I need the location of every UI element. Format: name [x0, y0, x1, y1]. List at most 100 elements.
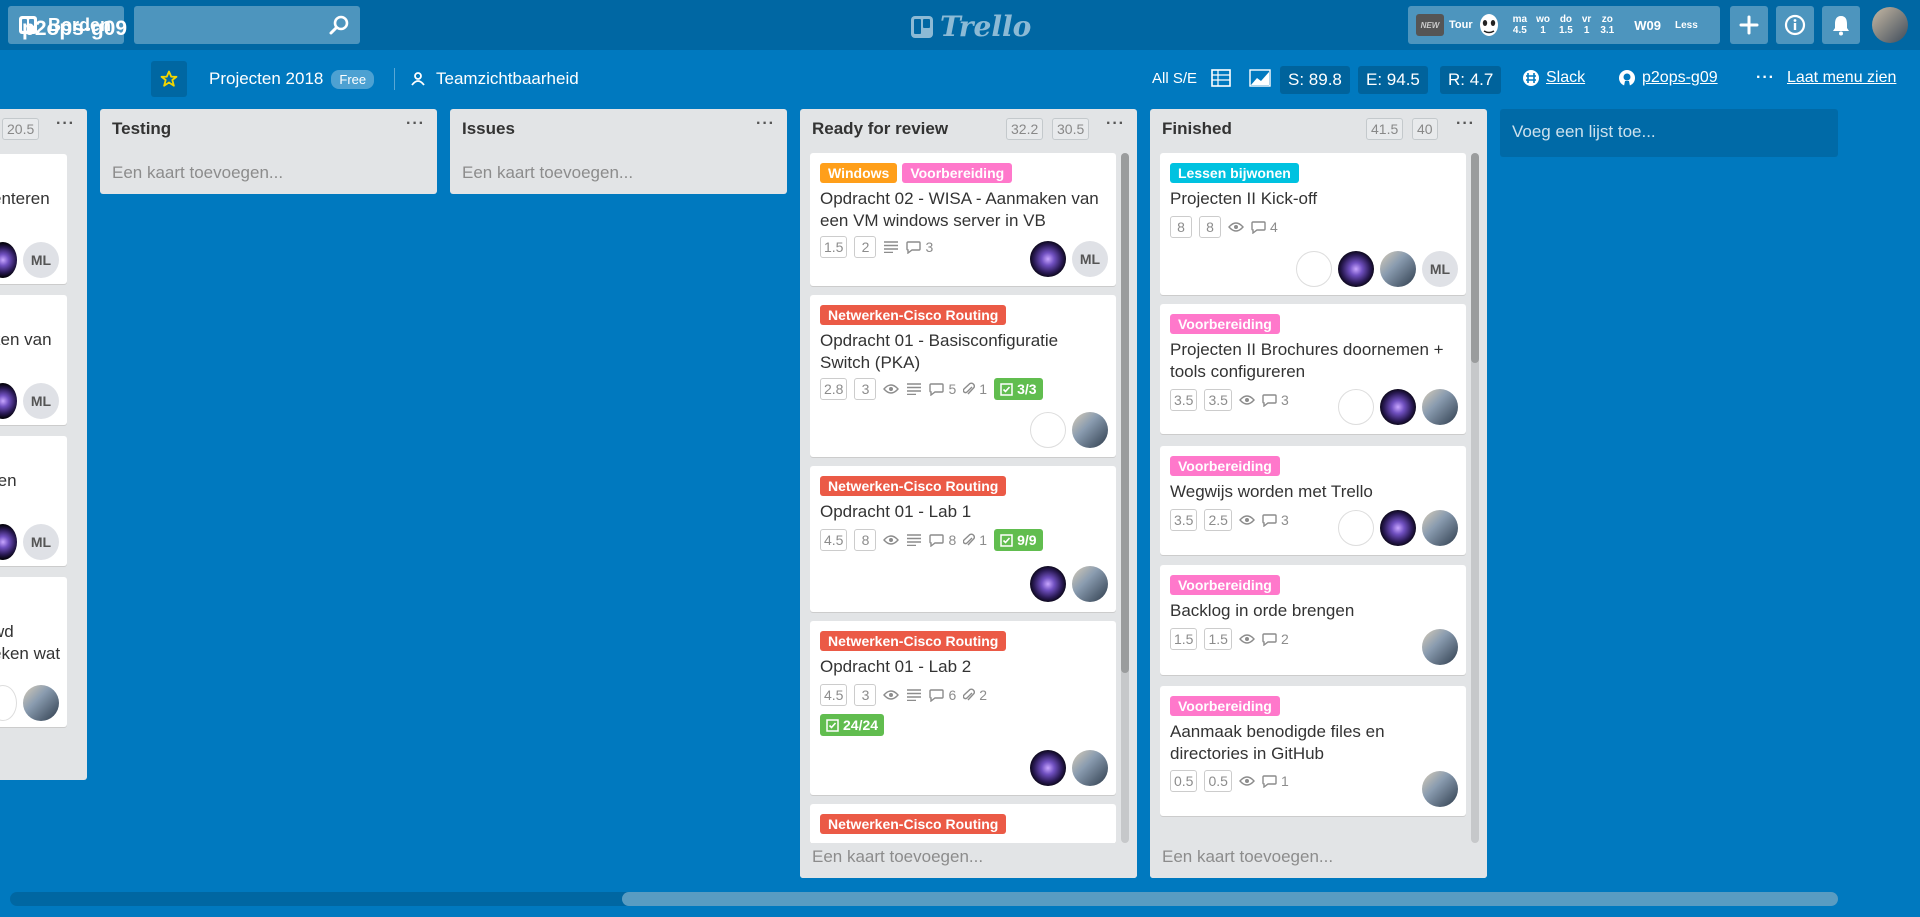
- member-avatar[interactable]: [1422, 629, 1458, 665]
- add-card-button[interactable]: Een kaart toevoegen...: [462, 163, 633, 183]
- eye-icon: [883, 534, 900, 546]
- list-points-badge: 32.2: [1006, 118, 1044, 140]
- list-title[interactable]: Finished: [1162, 119, 1232, 139]
- tour-button[interactable]: Tour: [1449, 19, 1473, 31]
- member-avatar-ml[interactable]: ML: [1072, 241, 1108, 277]
- points-badge: 4.5: [820, 529, 848, 551]
- comment-count: 3: [1280, 512, 1289, 528]
- comment-icon: [929, 533, 945, 547]
- add-list-button[interactable]: Voeg een lijst toe...: [1500, 109, 1838, 157]
- list-menu-button[interactable]: ···: [56, 115, 75, 133]
- estimate-pill[interactable]: E: 94.5: [1358, 66, 1428, 94]
- card[interactable]: enteren ML: [0, 154, 67, 284]
- member-avatar[interactable]: [23, 685, 59, 721]
- all-se-toggle[interactable]: All S/E: [1152, 69, 1271, 87]
- card[interactable]: Netwerken-Cisco Routing Opdracht 01 - Ba…: [810, 295, 1116, 457]
- mask-icon[interactable]: [1477, 12, 1501, 38]
- list-scrollbar-thumb[interactable]: [1121, 153, 1129, 673]
- member-avatar[interactable]: [1380, 251, 1416, 287]
- member-avatar[interactable]: [1296, 251, 1332, 287]
- visibility-button[interactable]: Teamzichtbaarheid: [410, 69, 579, 89]
- attachment-icon: [963, 688, 976, 702]
- card[interactable]: Voorbereiding Backlog in orde brengen 1.…: [1160, 565, 1466, 675]
- member-avatar[interactable]: [1422, 510, 1458, 546]
- card[interactable]: Voorbereiding Aanmaak benodigde files en…: [1160, 686, 1466, 816]
- card[interactable]: Lessen bijwonen Projecten II Kick-off 8 …: [1160, 153, 1466, 295]
- card[interactable]: Voorbereiding Projecten II Brochures doo…: [1160, 304, 1466, 434]
- list-menu-button[interactable]: ···: [406, 115, 425, 133]
- member-avatar[interactable]: [1030, 412, 1066, 448]
- points-badge: 0.5: [1204, 770, 1232, 792]
- member-avatar-ml[interactable]: ML: [1422, 251, 1458, 287]
- list-title[interactable]: Ready for review: [812, 119, 948, 139]
- member-avatar-ml[interactable]: ML: [23, 242, 59, 278]
- table-icon[interactable]: [1211, 69, 1231, 87]
- list-menu-button[interactable]: ···: [1106, 115, 1125, 133]
- slack-link[interactable]: Slack: [1522, 69, 1585, 87]
- trello-logo[interactable]: Trello: [910, 10, 1031, 43]
- list-scrollbar-thumb[interactable]: [1471, 153, 1479, 363]
- member-avatar[interactable]: [1030, 566, 1066, 602]
- search-input[interactable]: [134, 6, 360, 44]
- list-title[interactable]: Testing: [112, 119, 171, 139]
- member-avatar-ml[interactable]: ML: [23, 383, 59, 419]
- week-label[interactable]: W09: [1634, 18, 1661, 33]
- eye-icon: [1239, 514, 1255, 526]
- member-avatar[interactable]: [1030, 241, 1066, 277]
- comment-icon: [1262, 632, 1277, 646]
- card[interactable]: Windows Voorbereiding Opdracht 02 - WISA…: [810, 153, 1116, 286]
- comment-count: 5: [948, 381, 957, 397]
- member-avatar[interactable]: [1030, 750, 1066, 786]
- list-menu-button[interactable]: ···: [1456, 115, 1475, 133]
- add-card-button[interactable]: Een kaart toevoegen...: [1162, 847, 1333, 867]
- new-badge[interactable]: NEW: [1416, 14, 1444, 36]
- card[interactable]: wd eken wat: [0, 577, 67, 727]
- member-avatar-ml[interactable]: ML: [23, 524, 59, 560]
- member-avatar[interactable]: [1422, 389, 1458, 425]
- header-divider: [394, 68, 395, 90]
- organization-button[interactable]: Projecten 2018 Free: [209, 69, 375, 89]
- card-label: Netwerken-Cisco Routing: [820, 814, 1007, 834]
- board-scrollbar-thumb[interactable]: [622, 892, 1838, 906]
- description-icon: [906, 383, 922, 395]
- member-avatar[interactable]: [0, 242, 17, 278]
- notifications-button[interactable]: [1822, 6, 1860, 44]
- member-avatar[interactable]: [1422, 771, 1458, 807]
- member-avatar[interactable]: [0, 685, 17, 721]
- star-button[interactable]: [151, 61, 187, 97]
- member-avatar[interactable]: [1380, 510, 1416, 546]
- member-avatar[interactable]: [1338, 510, 1374, 546]
- member-avatar[interactable]: [1072, 412, 1108, 448]
- card[interactable]: ren ML: [0, 436, 67, 566]
- card[interactable]: Netwerken-Cisco Routing Opdracht 01 - La…: [810, 621, 1116, 795]
- member-avatar[interactable]: [0, 524, 17, 560]
- list-menu-button[interactable]: ···: [756, 115, 775, 133]
- spent-pill[interactable]: S: 89.8: [1280, 66, 1350, 94]
- card[interactable]: Voorbereiding Wegwijs worden met Trello …: [1160, 446, 1466, 555]
- day-item: vr 1: [1581, 14, 1592, 36]
- member-avatar[interactable]: [1338, 251, 1374, 287]
- remaining-pill[interactable]: R: 4.7: [1440, 66, 1502, 94]
- add-card-button[interactable]: Een kaart toevoegen...: [812, 847, 983, 867]
- bell-icon: [1831, 14, 1851, 36]
- member-avatar[interactable]: [1338, 389, 1374, 425]
- list-title[interactable]: Issues: [462, 119, 515, 139]
- member-avatar[interactable]: [1380, 389, 1416, 425]
- add-button[interactable]: [1730, 6, 1768, 44]
- github-link[interactable]: p2ops-g09: [1618, 69, 1718, 87]
- card[interactable]: Netwerken-Cisco Routing: [810, 804, 1116, 844]
- search-icon[interactable]: [328, 14, 350, 36]
- card[interactable]: Netwerken-Cisco Routing Opdracht 01 - La…: [810, 466, 1116, 612]
- member-avatar[interactable]: [0, 383, 17, 419]
- member-avatar[interactable]: [1072, 566, 1108, 602]
- chart-icon[interactable]: [1249, 69, 1271, 87]
- comment-icon: [1262, 393, 1277, 407]
- user-avatar[interactable]: [1872, 7, 1908, 43]
- card[interactable]: ken van ML: [0, 295, 67, 425]
- member-avatar[interactable]: [1072, 750, 1108, 786]
- info-button[interactable]: [1776, 6, 1814, 44]
- less-toggle[interactable]: Less: [1675, 20, 1698, 31]
- board-title[interactable]: p2ops-g09: [22, 17, 127, 41]
- show-menu-button[interactable]: ··· Laat menu zien: [1756, 69, 1896, 87]
- add-card-button[interactable]: Een kaart toevoegen...: [112, 163, 283, 183]
